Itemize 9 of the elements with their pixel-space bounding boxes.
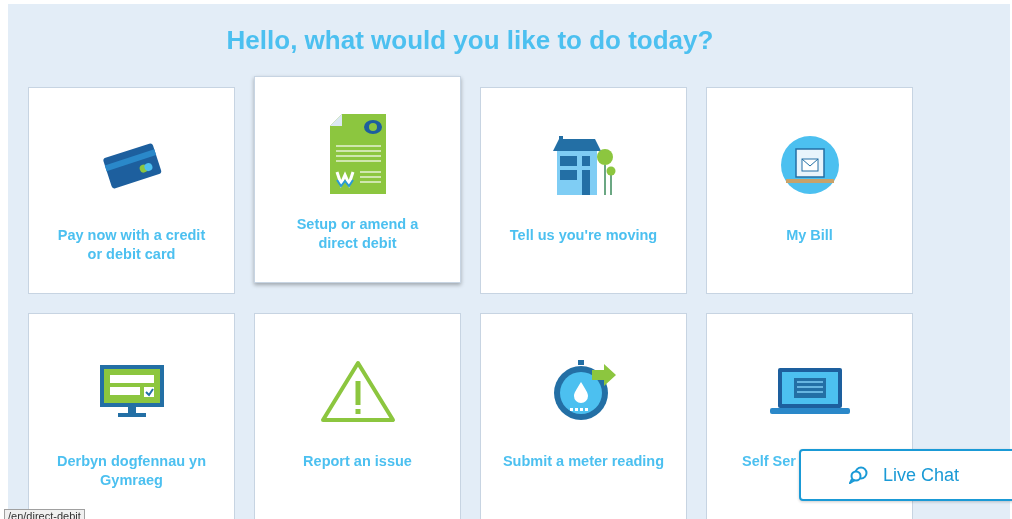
option-label: Pay now with a credit or debit card <box>56 226 207 264</box>
option-label: Tell us you're moving <box>509 226 658 245</box>
option-label: My Bill <box>786 226 833 245</box>
option-label: Derbyn dogfennau yn Gymraeg <box>55 452 207 490</box>
option-label: Report an issue <box>303 452 412 471</box>
option-label: Submit a meter reading <box>502 452 665 471</box>
option-label: Setup or amend a direct debit <box>295 215 420 253</box>
option-label: Self Ser <box>742 452 796 471</box>
page-heading: Hello, what would you like to do today? <box>225 24 715 56</box>
